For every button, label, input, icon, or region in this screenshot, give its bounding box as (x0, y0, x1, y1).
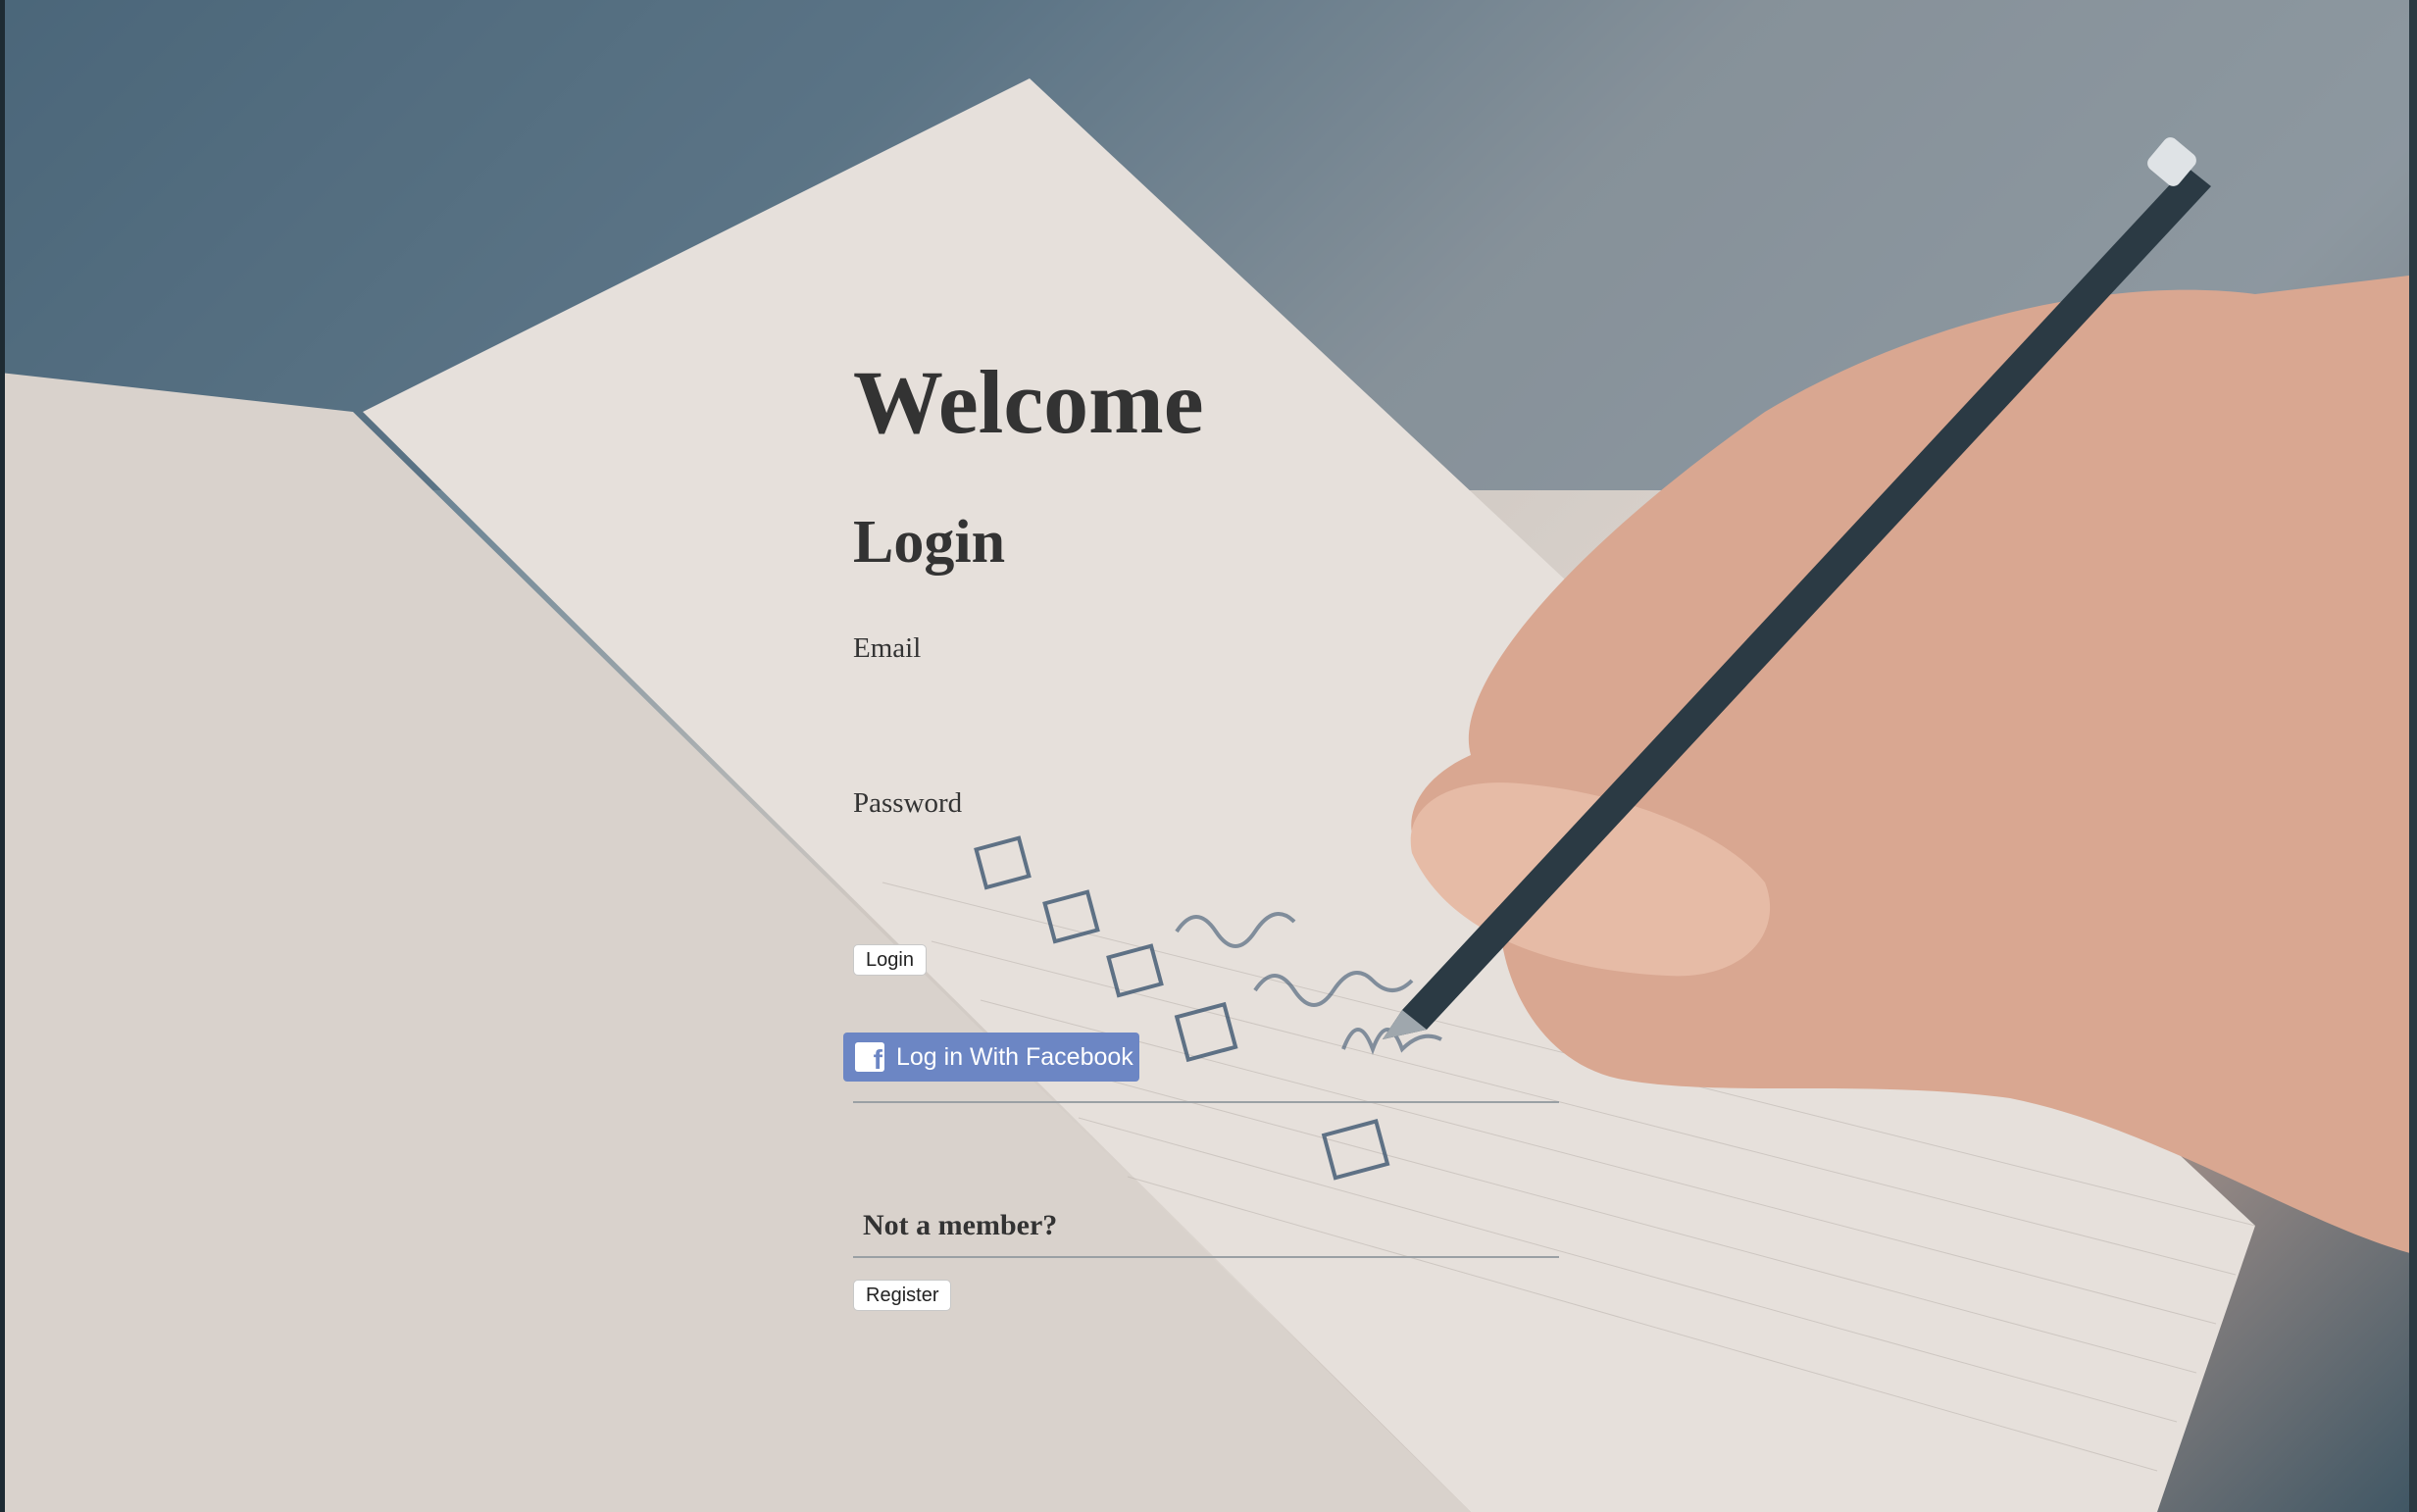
notebook-hand-illustration (0, 0, 2417, 1512)
facebook-f-icon: f (855, 1042, 884, 1075)
background-photo (0, 0, 2417, 1512)
not-member-prompt: Not a member? (863, 1209, 1058, 1241)
facebook-login-button[interactable]: f Log in With Facebook (843, 1033, 1139, 1082)
facebook-login-label: Log in With Facebook (896, 1042, 1133, 1071)
register-button[interactable]: Register (853, 1280, 952, 1311)
password-label: Password (853, 787, 963, 819)
email-label: Email (853, 632, 922, 664)
window-left-edge (0, 0, 5, 1512)
login-heading: Login (853, 509, 1006, 576)
login-button[interactable]: Login (853, 944, 927, 976)
window-right-edge (2409, 0, 2417, 1512)
welcome-title: Welcome (853, 352, 1204, 452)
